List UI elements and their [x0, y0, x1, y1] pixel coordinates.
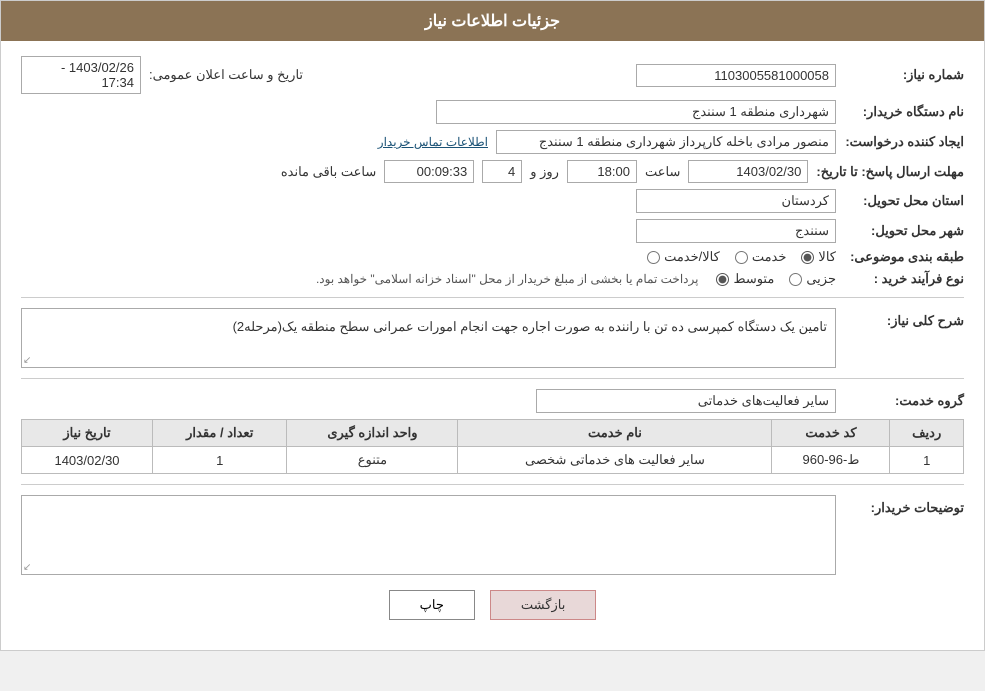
cell-quantity: 1	[153, 447, 287, 474]
table-head: ردیف کد خدمت نام خدمت واحد اندازه گیری ت…	[22, 420, 964, 447]
row-purchase-type: نوع فرآیند خرید : متوسط جزیی پرداخت تمام…	[21, 271, 964, 287]
buyer-notes-box	[21, 495, 836, 575]
col-code: کد خدمت	[772, 420, 890, 447]
cell-date: 1403/02/30	[22, 447, 153, 474]
row-need-number: شماره نیاز: 1103005581000058 تاریخ و ساع…	[21, 56, 964, 94]
category-kala-khedmat-label: کالا/خدمت	[664, 249, 720, 265]
announce-value: 1403/02/26 - 17:34	[21, 56, 141, 94]
city-value: سنندج	[636, 219, 836, 243]
purchase-type-option-motavaset: متوسط	[716, 271, 774, 287]
category-option-khedmat: خدمت	[735, 249, 787, 265]
buyer-notes-resize-handle: ↙	[23, 562, 31, 573]
row-province: استان محل تحویل: کردستان	[21, 189, 964, 213]
row-buyer-org: نام دستگاه خریدار: شهرداری منطقه 1 سنندج	[21, 100, 964, 124]
row-city: شهر محل تحویل: سنندج	[21, 219, 964, 243]
main-content: شماره نیاز: 1103005581000058 تاریخ و ساع…	[1, 41, 984, 650]
creator-contact-link[interactable]: اطلاعات تماس خریدار	[378, 135, 488, 149]
creator-value: منصور مرادی باخله کارپرداز شهرداری منطقه…	[496, 130, 836, 154]
divider-1	[21, 297, 964, 298]
table-header-row: ردیف کد خدمت نام خدمت واحد اندازه گیری ت…	[22, 420, 964, 447]
purchase-type-jozi-radio[interactable]	[789, 273, 802, 286]
time-label: ساعت	[645, 164, 680, 180]
category-radio-group: کالا/خدمت خدمت کالا	[647, 249, 836, 265]
table-row: 1ط-96-960سایر فعالیت های خدماتی شخصیمتنو…	[22, 447, 964, 474]
purchase-type-label: نوع فرآیند خرید :	[844, 271, 964, 287]
cell-name: سایر فعالیت های خدماتی شخصی	[458, 447, 772, 474]
purchase-type-motavaset-label: متوسط	[733, 271, 774, 287]
divider-3	[21, 484, 964, 485]
cell-code: ط-96-960	[772, 447, 890, 474]
province-label: استان محل تحویل:	[844, 193, 964, 209]
announce-label: تاریخ و ساعت اعلان عمومی:	[149, 67, 303, 83]
category-kala-radio[interactable]	[801, 251, 814, 264]
category-option-kala: کالا	[801, 249, 836, 265]
buyer-org-label: نام دستگاه خریدار:	[844, 104, 964, 120]
service-group-label: گروه خدمت:	[844, 393, 964, 409]
row-category: طبقه بندی موضوعی: کالا/خدمت خدمت کالا	[21, 249, 964, 265]
buyer-org-value: شهرداری منطقه 1 سنندج	[436, 100, 836, 124]
need-number-value: 1103005581000058	[636, 64, 836, 87]
row-description: شرح کلی نیاز: تامین یک دستگاه کمپرسی ده …	[21, 308, 964, 368]
col-quantity: تعداد / مقدار	[153, 420, 287, 447]
purchase-type-option-jozi: جزیی	[789, 271, 836, 287]
row-creator: ایجاد کننده درخواست: منصور مرادی باخله ک…	[21, 130, 964, 154]
service-group-value: سایر فعالیت‌های خدماتی	[536, 389, 836, 413]
footer-buttons: بازگشت چاپ	[21, 590, 964, 620]
col-date: تاریخ نیاز	[22, 420, 153, 447]
cell-unit: متنوع	[287, 447, 458, 474]
city-label: شهر محل تحویل:	[844, 223, 964, 239]
page-wrapper: جزئیات اطلاعات نیاز شماره نیاز: 11030055…	[0, 0, 985, 651]
category-khedmat-label: خدمت	[752, 249, 787, 265]
category-label: طبقه بندی موضوعی:	[844, 249, 964, 265]
remaining-label: ساعت باقی مانده	[281, 164, 376, 180]
description-text: تامین یک دستگاه کمپرسی ده تن با راننده ب…	[21, 308, 836, 368]
purchase-type-radio-group: متوسط جزیی	[716, 271, 836, 287]
row-deadline: مهلت ارسال پاسخ: تا تاریخ: 1403/02/30 سا…	[21, 160, 964, 183]
deadline-days: 4	[482, 160, 522, 183]
services-table: ردیف کد خدمت نام خدمت واحد اندازه گیری ت…	[21, 419, 964, 474]
description-label: شرح کلی نیاز:	[844, 308, 964, 329]
page-header: جزئیات اطلاعات نیاز	[1, 1, 984, 41]
col-row: ردیف	[890, 420, 964, 447]
row-buyer-notes: توضیحات خریدار: ↙	[21, 495, 964, 575]
buyer-notes-label: توضیحات خریدار:	[844, 495, 964, 516]
deadline-time: 18:00	[567, 160, 637, 183]
table-body: 1ط-96-960سایر فعالیت های خدماتی شخصیمتنو…	[22, 447, 964, 474]
category-kala-label: کالا	[818, 249, 836, 265]
category-khedmat-radio[interactable]	[735, 251, 748, 264]
cell-row: 1	[890, 447, 964, 474]
purchase-type-motavaset-radio[interactable]	[716, 273, 729, 286]
days-label: روز و	[530, 164, 559, 180]
province-value: کردستان	[636, 189, 836, 213]
need-number-label: شماره نیاز:	[844, 67, 964, 83]
back-button[interactable]: بازگشت	[490, 590, 596, 620]
deadline-label: مهلت ارسال پاسخ: تا تاریخ:	[816, 164, 964, 180]
creator-label: ایجاد کننده درخواست:	[844, 134, 964, 150]
col-name: نام خدمت	[458, 420, 772, 447]
divider-2	[21, 378, 964, 379]
deadline-remaining: 00:09:33	[384, 160, 474, 183]
row-service-group: گروه خدمت: سایر فعالیت‌های خدماتی	[21, 389, 964, 413]
purchase-note: پرداخت تمام یا بخشی از مبلغ خریدار از مح…	[316, 272, 699, 286]
description-resize-handle: ↙	[23, 355, 31, 366]
category-kala-khedmat-radio[interactable]	[647, 251, 660, 264]
col-unit: واحد اندازه گیری	[287, 420, 458, 447]
page-title: جزئیات اطلاعات نیاز	[425, 13, 560, 30]
purchase-type-jozi-label: جزیی	[806, 271, 836, 287]
print-button[interactable]: چاپ	[389, 590, 475, 620]
category-option-kala-khedmat: کالا/خدمت	[647, 249, 720, 265]
deadline-date: 1403/02/30	[688, 160, 808, 183]
